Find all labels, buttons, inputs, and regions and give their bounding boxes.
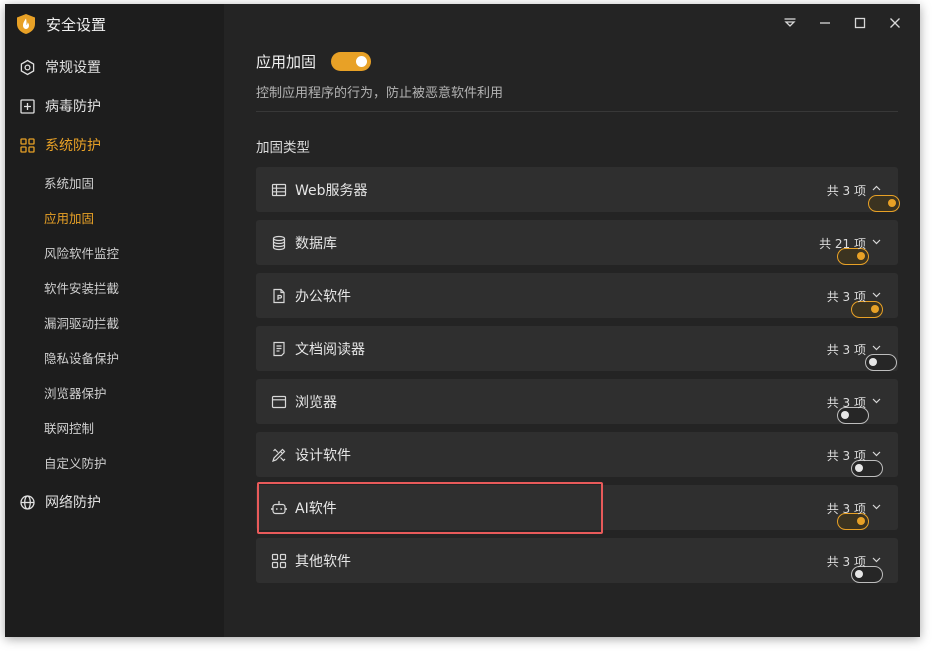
minimize-button[interactable]	[807, 12, 842, 34]
category-name: 文档阅读器	[295, 341, 365, 358]
category-row-office[interactable]: 办公软件 共 3 项	[256, 273, 898, 318]
chevron-down-icon[interactable]	[871, 342, 882, 353]
globe-icon	[20, 494, 35, 510]
toggle-knob	[841, 411, 849, 419]
category-name: AI软件	[295, 500, 337, 517]
category-count: 共 3 项	[826, 555, 866, 569]
sub-item-system-hardening[interactable]: 系统加固	[44, 172, 94, 192]
nav-label: 病毒防护	[45, 99, 101, 115]
divider	[256, 111, 898, 112]
category-name: 浏览器	[295, 394, 337, 411]
sub-item-app-hardening[interactable]: 应用加固	[44, 207, 94, 227]
nav-item-general-settings[interactable]: 常规设置	[19, 55, 101, 79]
nav-label: 网络防护	[45, 495, 101, 511]
chevron-down-icon[interactable]	[871, 554, 882, 565]
category-row-document-reader[interactable]: 文档阅读器 共 3 项	[256, 326, 898, 371]
category-row-database[interactable]: 数据库 共 21 项	[256, 220, 898, 265]
page-title: 应用加固	[256, 53, 317, 71]
window-controls	[772, 12, 912, 34]
app-window: 安全设置 常规设置 病毒防护 系统防护 系统加固 应用加固 风险软件监控 软件安…	[5, 4, 920, 637]
nav-item-network-protection[interactable]: 网络防护	[19, 490, 101, 514]
toggle-knob	[855, 464, 863, 472]
office-file-icon	[270, 287, 287, 304]
chevron-down-icon[interactable]	[871, 501, 882, 512]
nav-label: 系统防护	[45, 138, 101, 154]
minimize-icon	[819, 22, 830, 24]
category-count: 共 3 项	[826, 290, 866, 304]
toggle-knob	[887, 199, 896, 207]
document-icon	[270, 340, 287, 357]
category-count: 共 3 项	[826, 184, 866, 198]
category-name: 其他软件	[295, 553, 351, 570]
server-icon	[270, 181, 287, 198]
database-icon	[270, 234, 287, 251]
plus-square-icon	[20, 98, 35, 114]
app-logo-icon	[17, 14, 35, 34]
sub-item-privacy-device[interactable]: 隐私设备保护	[44, 347, 119, 367]
category-name: 办公软件	[295, 288, 351, 305]
chevron-down-icon[interactable]	[871, 395, 882, 406]
menu-button[interactable]	[772, 12, 807, 34]
toggle-knob	[356, 56, 367, 67]
design-tools-icon	[270, 446, 287, 463]
app-header: 安全设置	[15, 12, 106, 36]
grid-icon	[20, 137, 35, 153]
toggle-knob	[869, 358, 877, 366]
app-hardening-toggle[interactable]	[331, 52, 371, 71]
chevron-up-icon[interactable]	[871, 183, 882, 194]
close-icon	[889, 18, 900, 28]
page-description: 控制应用程序的行为，防止被恶意软件利用	[256, 86, 504, 101]
category-name: 设计软件	[295, 447, 351, 464]
apps-grid-icon	[270, 552, 287, 569]
category-name: 数据库	[295, 235, 337, 252]
category-count: 共 3 项	[826, 343, 866, 357]
category-toggle[interactable]	[867, 195, 900, 212]
section-label: 加固类型	[256, 140, 310, 156]
category-count: 共 3 项	[826, 449, 866, 463]
chevron-down-icon[interactable]	[871, 448, 882, 459]
main-panel: 应用加固 控制应用程序的行为，防止被恶意软件利用 加固类型 Web服务器 共 3…	[224, 4, 920, 637]
sidebar: 安全设置 常规设置 病毒防护 系统防护 系统加固 应用加固 风险软件监控 软件安…	[5, 4, 224, 637]
nav-label: 常规设置	[45, 60, 101, 76]
toggle-knob	[856, 517, 865, 525]
toggle-switch[interactable]	[331, 52, 371, 71]
category-row-other-software[interactable]: 其他软件 共 3 项	[256, 538, 898, 583]
maximize-icon	[854, 17, 865, 29]
chevron-down-icon[interactable]	[871, 236, 882, 247]
nav-item-system-protection[interactable]: 系统防护	[19, 133, 101, 157]
sub-item-network-control[interactable]: 联网控制	[44, 417, 94, 437]
category-row-web-server[interactable]: Web服务器 共 3 项	[256, 167, 900, 212]
category-count: 共 3 项	[826, 396, 866, 410]
close-button[interactable]	[877, 12, 912, 34]
robot-icon	[270, 499, 287, 516]
category-row-ai-software[interactable]: AI软件 共 3 项	[256, 485, 898, 530]
toggle-knob	[855, 570, 863, 578]
sub-item-risk-software-monitor[interactable]: 风险软件监控	[44, 242, 119, 262]
sub-item-browser-protection[interactable]: 浏览器保护	[44, 382, 107, 402]
category-list: Web服务器 共 3 项 数据库 共 21 项 办公软件 共 3 项 文档阅读器…	[256, 167, 900, 591]
toggle-knob	[857, 252, 865, 260]
category-name: Web服务器	[295, 182, 368, 199]
category-row-design[interactable]: 设计软件 共 3 项	[256, 432, 898, 477]
chevron-down-icon[interactable]	[871, 289, 882, 300]
toggle-knob	[871, 305, 879, 313]
category-row-browser[interactable]: 浏览器 共 3 项	[256, 379, 898, 424]
category-count: 共 21 项	[819, 237, 866, 251]
app-title: 安全设置	[46, 15, 107, 34]
menu-dropdown-icon	[783, 18, 796, 27]
settings-icon	[20, 59, 35, 75]
sub-item-install-block[interactable]: 软件安装拦截	[44, 277, 119, 297]
nav-item-virus-protection[interactable]: 病毒防护	[19, 94, 101, 118]
sub-item-custom-protection[interactable]: 自定义防护	[44, 452, 107, 472]
category-count: 共 3 项	[826, 502, 866, 516]
browser-icon	[270, 393, 287, 410]
category-toggle[interactable]	[865, 354, 897, 371]
sub-item-vuln-driver-block[interactable]: 漏洞驱动拦截	[44, 312, 119, 332]
maximize-button[interactable]	[842, 12, 877, 34]
